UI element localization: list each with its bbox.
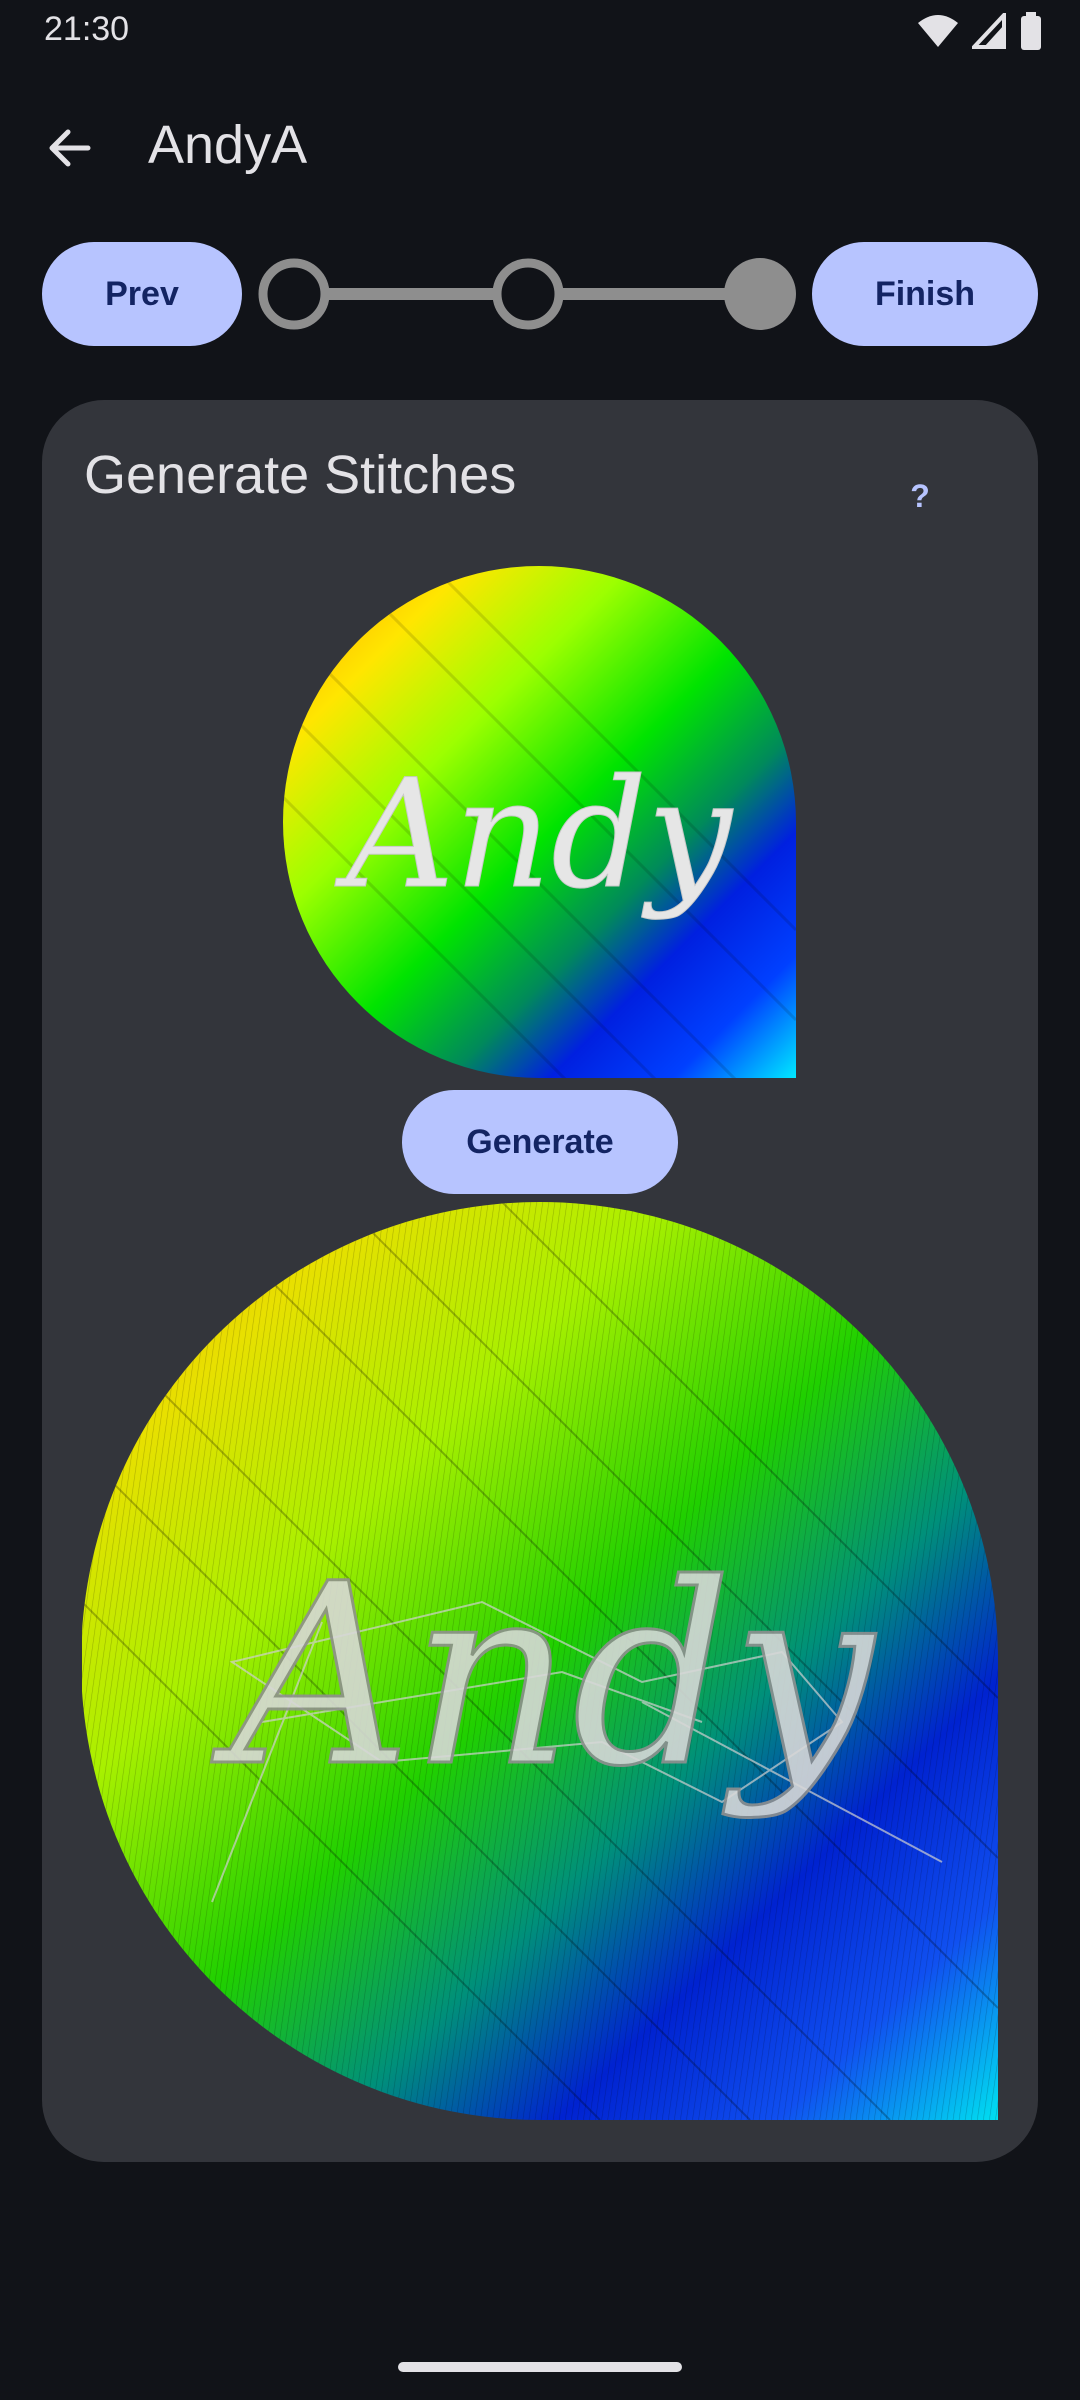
step-3-dot[interactable] (724, 258, 796, 330)
step-2-dot[interactable] (492, 258, 564, 330)
generate-button[interactable]: Generate (402, 1090, 678, 1194)
help-button[interactable]: ? (900, 478, 940, 528)
status-time: 21:30 (44, 10, 130, 48)
preview-signature-text: Andy (334, 748, 734, 922)
design-preview-image: Andy (283, 566, 796, 1078)
back-button[interactable] (40, 118, 100, 178)
step-1-dot[interactable] (258, 258, 330, 330)
stitch-signature-text: Andy (211, 1530, 877, 1821)
arrow-left-icon (49, 129, 91, 167)
signal-icon (972, 13, 1006, 49)
app-title: AndyA (148, 115, 308, 175)
prev-button[interactable]: Prev (42, 242, 242, 346)
card-title: Generate Stitches (84, 445, 517, 505)
battery-icon (1021, 12, 1041, 50)
stitch-preview-image: Andy (82, 1202, 998, 2120)
wifi-icon (918, 15, 958, 47)
home-indicator[interactable] (398, 2362, 682, 2372)
status-icons (918, 12, 1042, 50)
app-bar: AndyA (0, 100, 1080, 196)
status-bar: 21:30 (0, 0, 1080, 62)
step-indicator (258, 258, 796, 330)
finish-button[interactable]: Finish (812, 242, 1038, 346)
